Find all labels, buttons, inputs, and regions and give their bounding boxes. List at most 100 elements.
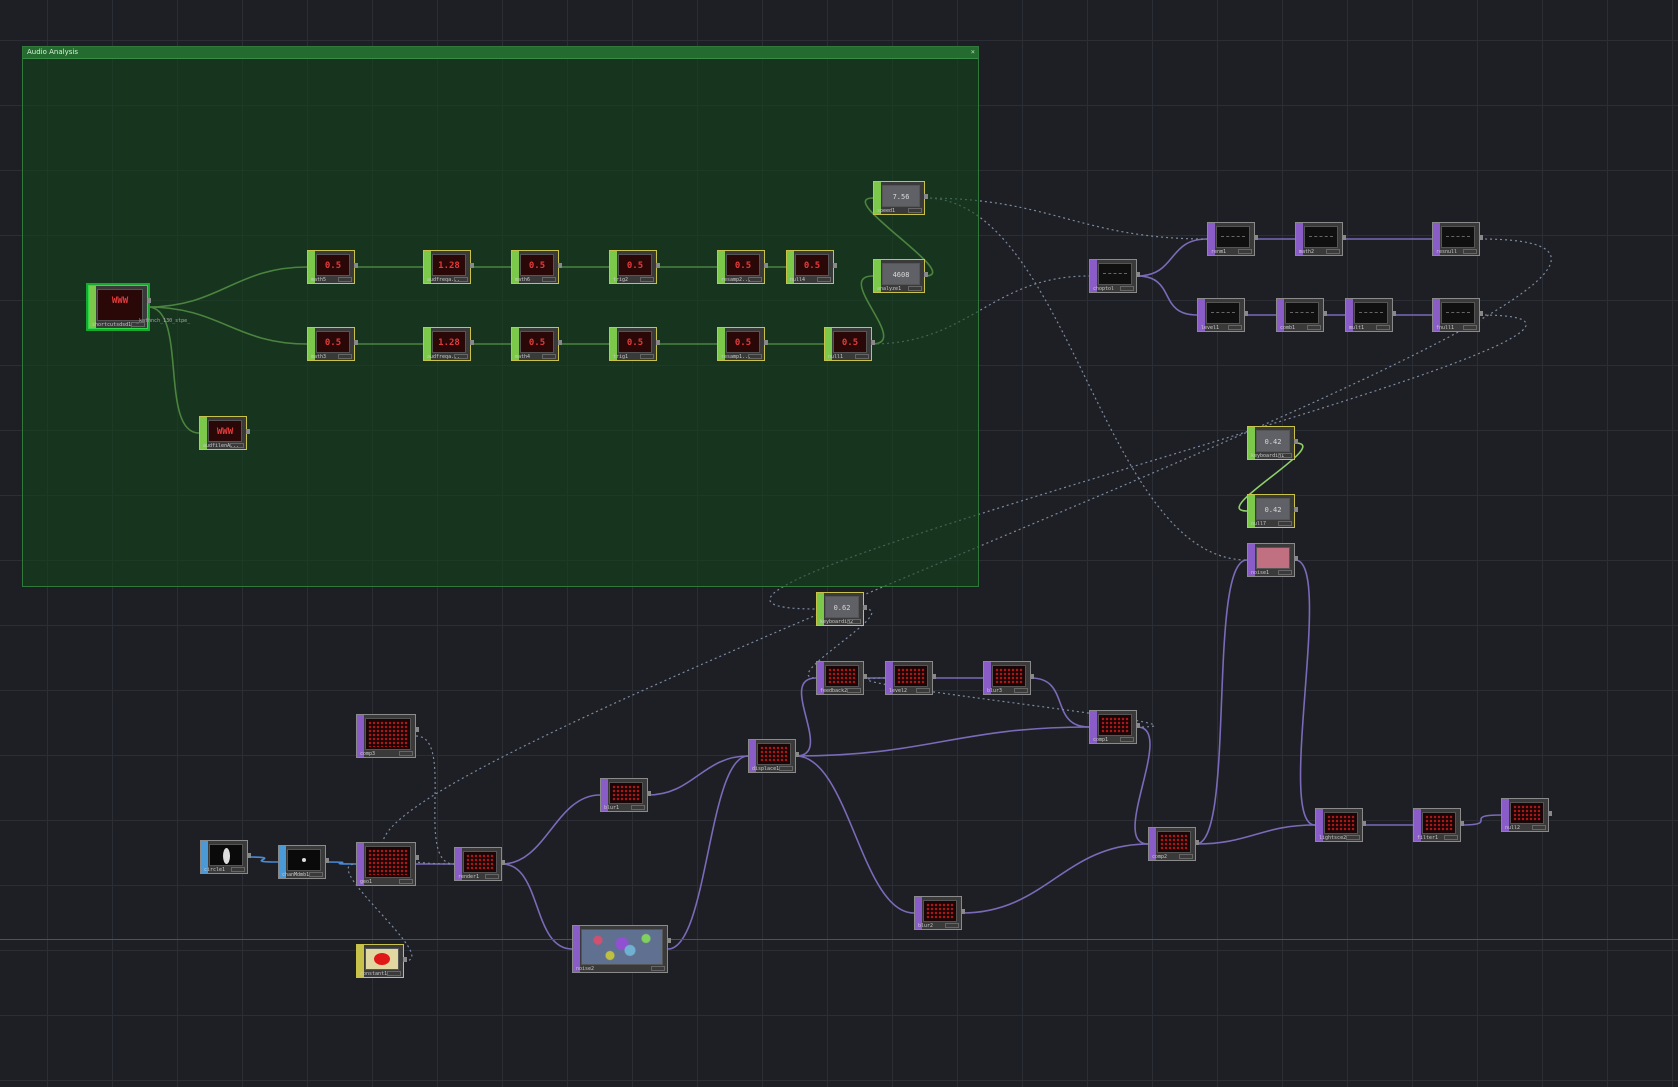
node-viewer[interactable] [1285,302,1319,324]
node-lsp2[interactable]: lightsce2 [1315,808,1366,842]
node-flags-icon[interactable] [1463,249,1477,254]
node-flags-icon[interactable] [454,277,468,282]
output-connector[interactable] [247,853,251,858]
node-flags-icon[interactable] [1278,521,1292,526]
node-viewer[interactable]: 0.5 [833,331,867,353]
node-viewer[interactable] [463,851,497,873]
node-flags-icon[interactable] [817,277,831,282]
top-wire[interactable] [795,677,817,757]
node-flags-icon[interactable] [916,688,930,693]
annotation-title-bar[interactable]: Audio Analysis × [23,47,978,59]
node-flags-icon[interactable] [855,354,869,359]
node-flags-icon[interactable] [230,443,244,448]
sop-wire[interactable] [325,861,357,865]
node-mult1[interactable]: mult1 [1345,298,1396,332]
node-flags-icon[interactable] [387,971,401,976]
output-connector[interactable] [558,263,562,268]
node-disp1[interactable]: displace1 [748,739,799,773]
output-connector[interactable] [558,340,562,345]
node-resamp1[interactable]: 0.5 resamp1... [717,327,768,361]
node-viewer[interactable]: WWW [208,420,242,442]
output-connector[interactable] [1479,235,1483,240]
output-connector[interactable] [924,194,928,199]
top-wire[interactable] [501,794,601,865]
node-render1[interactable]: render1 [454,847,505,881]
node-viewer[interactable] [365,948,399,970]
node-noise1[interactable]: noise1 [1247,543,1298,577]
node-viewer[interactable]: 0.42 [1256,498,1290,520]
node-comb1[interactable]: comb1 [1276,298,1327,332]
node-chop1[interactable]: choptol [1089,259,1140,293]
top-wire[interactable] [647,755,749,796]
output-connector[interactable] [354,340,358,345]
node-flags-icon[interactable] [945,923,959,928]
node-trig2[interactable]: 0.5 trig2 [609,250,660,284]
node-viewer[interactable] [894,665,928,687]
node-viewer[interactable] [1256,547,1290,569]
node-audfilt[interactable]: WWW audfilenA... [199,416,250,450]
node-viewer[interactable]: 0.5 [726,331,760,353]
output-connector[interactable] [795,752,799,757]
output-connector[interactable] [1342,235,1346,240]
node-viewer[interactable]: 0.62 [825,596,859,618]
output-connector[interactable] [1460,821,1464,826]
node-null1[interactable]: 0.5 null1 [824,327,875,361]
node-fb2[interactable]: feedback2 [816,661,867,695]
output-connector[interactable] [415,727,419,732]
node-flags-icon[interactable] [1238,249,1252,254]
node-flags-icon[interactable] [640,277,654,282]
top-wire[interactable] [1136,238,1208,277]
node-flags-icon[interactable] [1444,835,1458,840]
node-viewer[interactable] [581,929,663,965]
node-comp3[interactable]: comp3 [356,714,419,758]
node-viewer[interactable]: 0.5 [316,331,350,353]
node-flags-icon[interactable] [1120,286,1134,291]
node-flags-icon[interactable] [399,879,413,884]
node-flags-icon[interactable] [231,867,245,872]
node-flags-icon[interactable] [485,874,499,879]
node-kbd2[interactable]: 0.62 keyboardin2 [816,592,867,626]
node-flags-icon[interactable] [847,619,861,624]
node-flags-icon[interactable] [748,277,762,282]
node-flags-icon[interactable] [542,277,556,282]
node-flags-icon[interactable] [1326,249,1340,254]
output-connector[interactable] [924,272,928,277]
node-resnull[interactable]: resnull [1432,222,1483,256]
node-comp2[interactable]: comp2 [1148,827,1199,861]
node-level1[interactable]: level1 [1197,298,1248,332]
node-viewer[interactable]: 0.5 [316,254,350,276]
output-connector[interactable] [1362,821,1366,826]
node-flags-icon[interactable] [1014,688,1028,693]
output-connector[interactable] [1244,311,1248,316]
output-connector[interactable] [147,298,151,303]
node-null2[interactable]: null2 [1501,798,1552,832]
output-connector[interactable] [863,674,867,679]
node-viewer[interactable] [1441,302,1475,324]
output-connector[interactable] [656,340,660,345]
node-flags-icon[interactable] [847,688,861,693]
top-wire[interactable] [1294,559,1316,826]
node-viewer[interactable] [209,844,243,866]
output-connector[interactable] [1136,723,1140,728]
node-viewer[interactable] [1216,226,1250,248]
node-viewer[interactable] [365,846,411,878]
output-connector[interactable] [667,938,671,943]
output-connector[interactable] [1479,311,1483,316]
node-const1[interactable]: constant1 [356,944,407,978]
node-noise2[interactable]: noise2 [572,925,671,973]
output-connector[interactable] [1323,311,1327,316]
node-flags-icon[interactable] [1346,835,1360,840]
node-math3[interactable]: 0.5 math3 [307,327,358,361]
node-viewer[interactable]: WWW [97,289,143,321]
output-connector[interactable] [647,791,651,796]
output-connector[interactable] [1548,811,1552,816]
node-flags-icon[interactable] [631,805,645,810]
node-null4[interactable]: 0.5 null4 [786,250,837,284]
node-math5[interactable]: 0.5 math5 [307,250,358,284]
node-blur1[interactable]: blur1 [600,778,651,812]
node-viewer[interactable]: 1.28 [432,254,466,276]
node-viewer[interactable] [1098,714,1132,736]
close-icon[interactable]: × [971,47,975,58]
node-flags-icon[interactable] [1532,825,1546,830]
output-connector[interactable] [871,340,875,345]
